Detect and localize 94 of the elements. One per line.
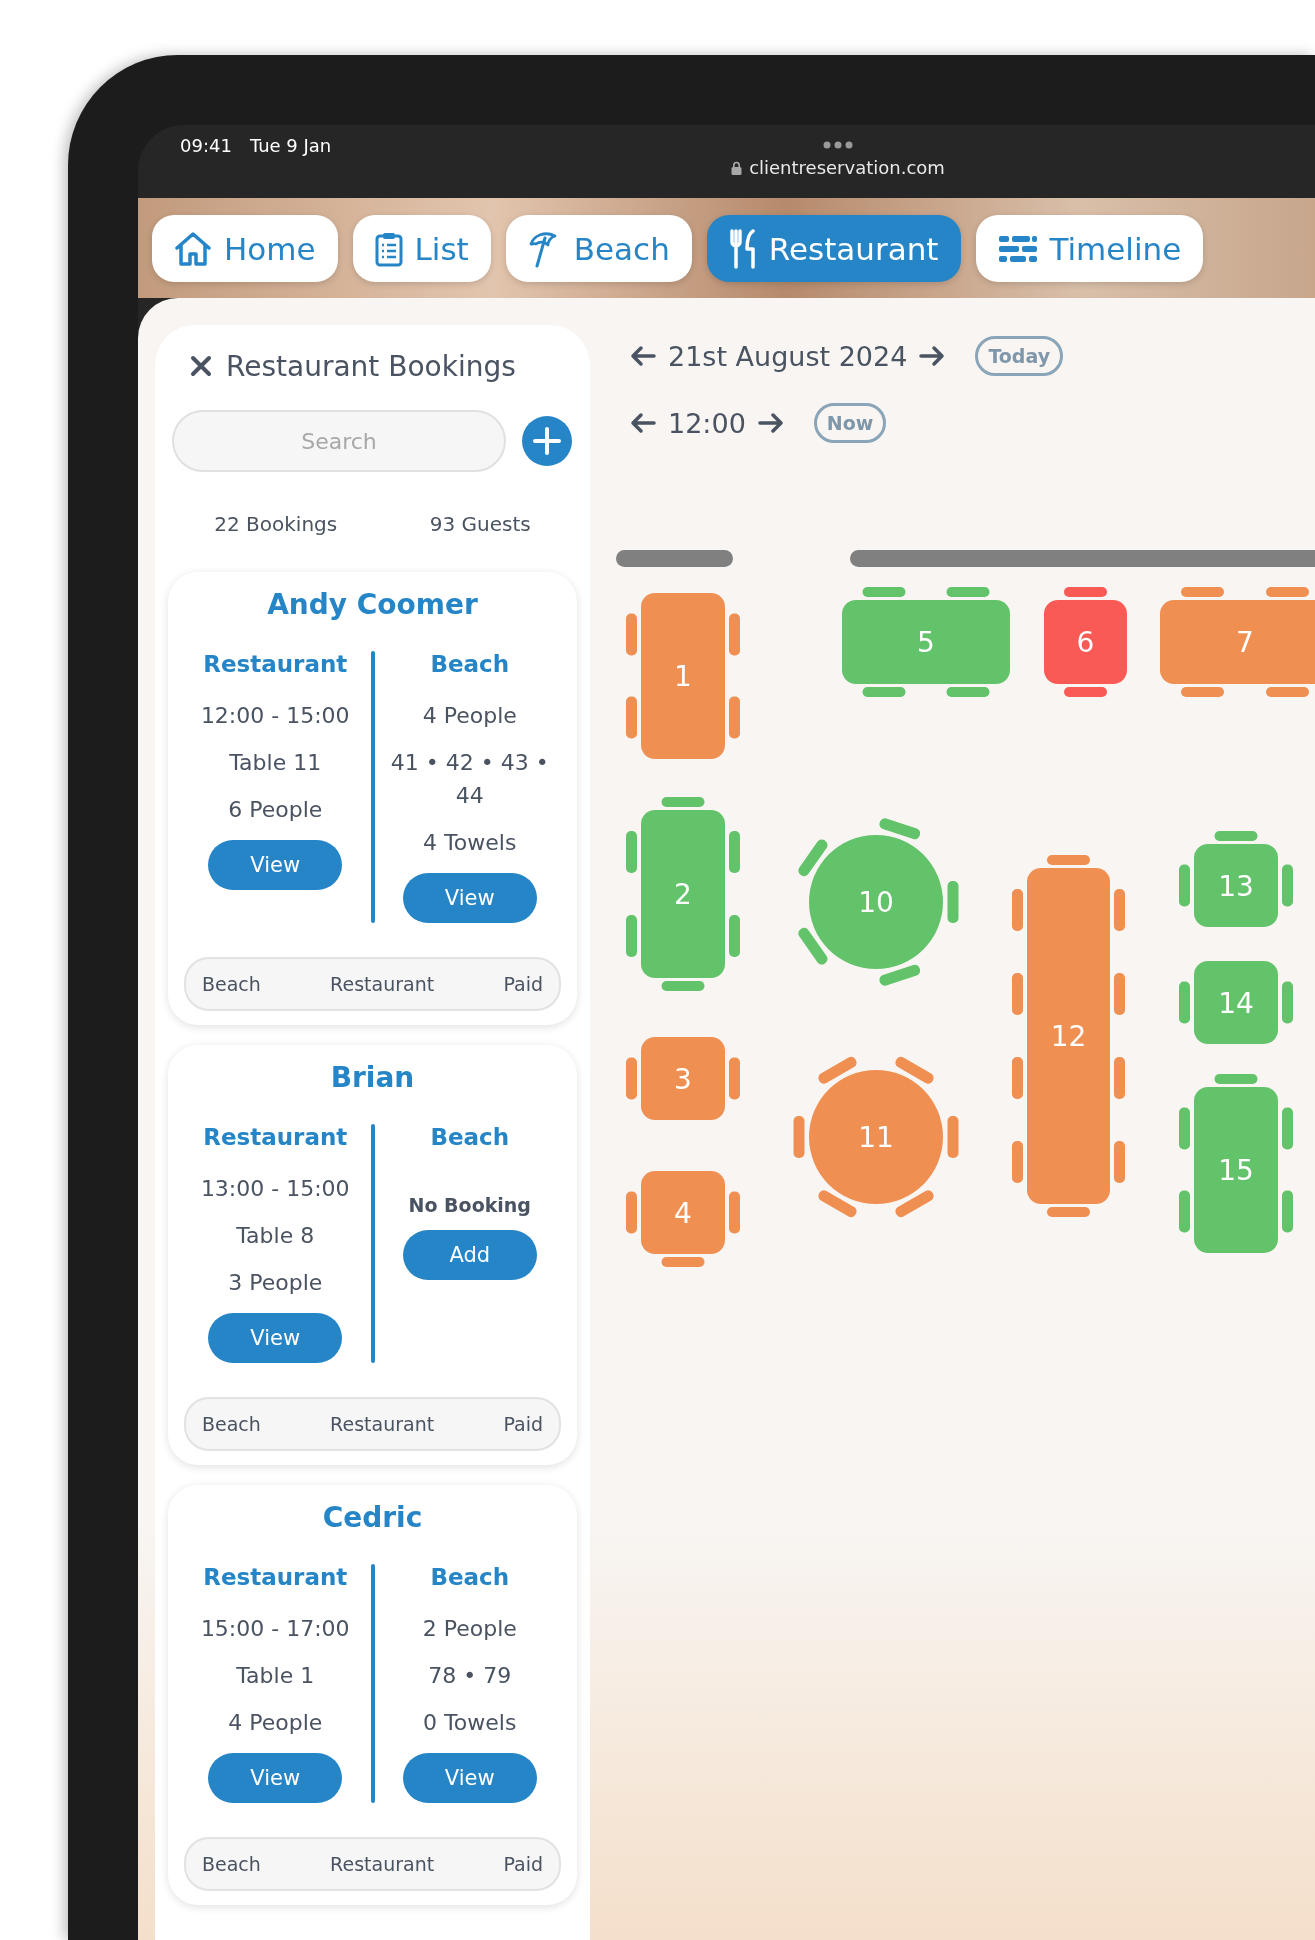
right-arrow-icon[interactable] (919, 345, 946, 367)
no-booking-note: No Booking (408, 1194, 531, 1216)
house-icon (174, 230, 212, 267)
table-number: 15 (1218, 1154, 1254, 1187)
dining-table[interactable] (796, 817, 959, 987)
booking-detail: 78 • 79 (428, 1662, 512, 1690)
view-button[interactable]: View (402, 1753, 537, 1803)
lock-icon (731, 160, 743, 175)
url-text[interactable]: clientreservation.com (749, 157, 945, 178)
guest-name: Andy Coomer (266, 588, 479, 621)
booking-detail: Table 1 (236, 1662, 315, 1690)
more-icon[interactable] (823, 141, 853, 149)
view-button[interactable]: View (208, 840, 343, 890)
section-heading: Restaurant (203, 1564, 348, 1590)
view-button[interactable]: View (402, 873, 537, 923)
section-heading: Beach (430, 651, 510, 677)
table-number: 6 (1076, 626, 1095, 659)
table-number: 10 (858, 886, 894, 919)
booking-detail: 12:00 - 15:00 (200, 702, 350, 730)
nav-tab[interactable]: Home (152, 215, 338, 282)
table-number: 3 (674, 1062, 692, 1096)
left-arrow-icon[interactable] (630, 345, 656, 367)
left-arrow-icon[interactable] (630, 412, 656, 434)
search-field[interactable]: Search (172, 410, 506, 472)
section-heading: Restaurant (203, 1124, 348, 1150)
tag-label: Restaurant (330, 1853, 435, 1875)
dining-table[interactable] (1044, 587, 1127, 697)
dining-table[interactable] (1179, 831, 1293, 927)
booking-detail: 4 Towels (423, 829, 517, 857)
table-number: 2 (674, 878, 692, 911)
dining-table[interactable] (1012, 855, 1125, 1217)
add-button[interactable]: Add (402, 1230, 537, 1280)
timeline-icon (997, 233, 1038, 264)
section-heading: Beach (430, 1124, 510, 1150)
booking-detail: 15:00 - 17:00 (200, 1615, 350, 1643)
tag-label: Paid (503, 973, 543, 995)
guest-name: Cedric (321, 1501, 424, 1534)
fork-knife-icon (728, 228, 757, 269)
panel-title: Restaurant Bookings (226, 349, 516, 383)
now-button[interactable]: Now (813, 403, 887, 443)
dining-table[interactable] (626, 593, 740, 759)
booking-detail: 41 • 42 • 43 • 44 (389, 749, 550, 810)
dining-table[interactable] (1179, 961, 1293, 1044)
booking-detail: 0 Towels (423, 1709, 517, 1737)
table-number: 14 (1218, 986, 1254, 1020)
nav-tab[interactable]: Timeline (975, 215, 1204, 282)
table-number: 7 (1236, 626, 1254, 659)
booking-detail: Table 11 (229, 749, 322, 777)
tag-label: Paid (503, 1853, 543, 1875)
booking-detail: Table 8 (236, 1222, 315, 1250)
dining-table[interactable] (842, 587, 1010, 697)
status-time: 09:41 (180, 135, 232, 158)
dining-table[interactable] (1179, 1074, 1293, 1253)
section-heading: Restaurant (203, 651, 348, 677)
view-button[interactable]: View (208, 1753, 343, 1803)
booking-detail: 4 People (422, 702, 517, 730)
dining-table[interactable] (626, 797, 740, 991)
bookings-count: 22 Bookings (214, 512, 338, 536)
table-number: 5 (917, 626, 935, 659)
section-heading: Beach (430, 1564, 510, 1590)
nav-tab[interactable]: Restaurant (706, 215, 961, 282)
dining-table[interactable] (793, 1055, 959, 1219)
table-number: 13 (1218, 869, 1254, 903)
guests-count: 93 Guests (429, 512, 531, 536)
tag-label: Restaurant (330, 1413, 435, 1435)
tag-label: Beach (202, 973, 261, 995)
table-number: 12 (1050, 1020, 1087, 1053)
tag-label: Beach (202, 1853, 261, 1875)
booking-detail: 6 People (228, 796, 323, 824)
dining-table[interactable] (626, 1037, 740, 1120)
clipboard-icon (374, 230, 403, 267)
booking-detail: 4 People (228, 1709, 323, 1737)
view-button[interactable]: View (208, 1313, 343, 1363)
table-number: 1 (674, 660, 692, 693)
dining-table[interactable] (626, 1171, 740, 1267)
booking-detail: 3 People (228, 1269, 323, 1297)
booking-detail: 2 People (422, 1615, 517, 1643)
nav-tab[interactable]: List (352, 215, 491, 282)
time-label: 12:00 (668, 407, 746, 439)
right-arrow-icon[interactable] (757, 412, 784, 434)
date-label: 21st August 2024 (668, 340, 908, 372)
tag-label: Restaurant (330, 973, 435, 995)
nav-tab[interactable]: Beach (505, 215, 692, 282)
close-icon[interactable] (190, 355, 212, 377)
dining-table[interactable] (1160, 587, 1315, 697)
table-number: 11 (858, 1121, 894, 1154)
today-button[interactable]: Today (975, 336, 1064, 376)
status-date: Tue 9 Jan (249, 135, 332, 158)
table-number: 4 (674, 1196, 692, 1230)
tag-label: Paid (503, 1413, 543, 1435)
guest-name: Brian (329, 1061, 416, 1094)
booking-detail: 13:00 - 15:00 (200, 1175, 350, 1203)
add-icon[interactable] (522, 416, 572, 466)
tag-label: Beach (202, 1413, 261, 1435)
